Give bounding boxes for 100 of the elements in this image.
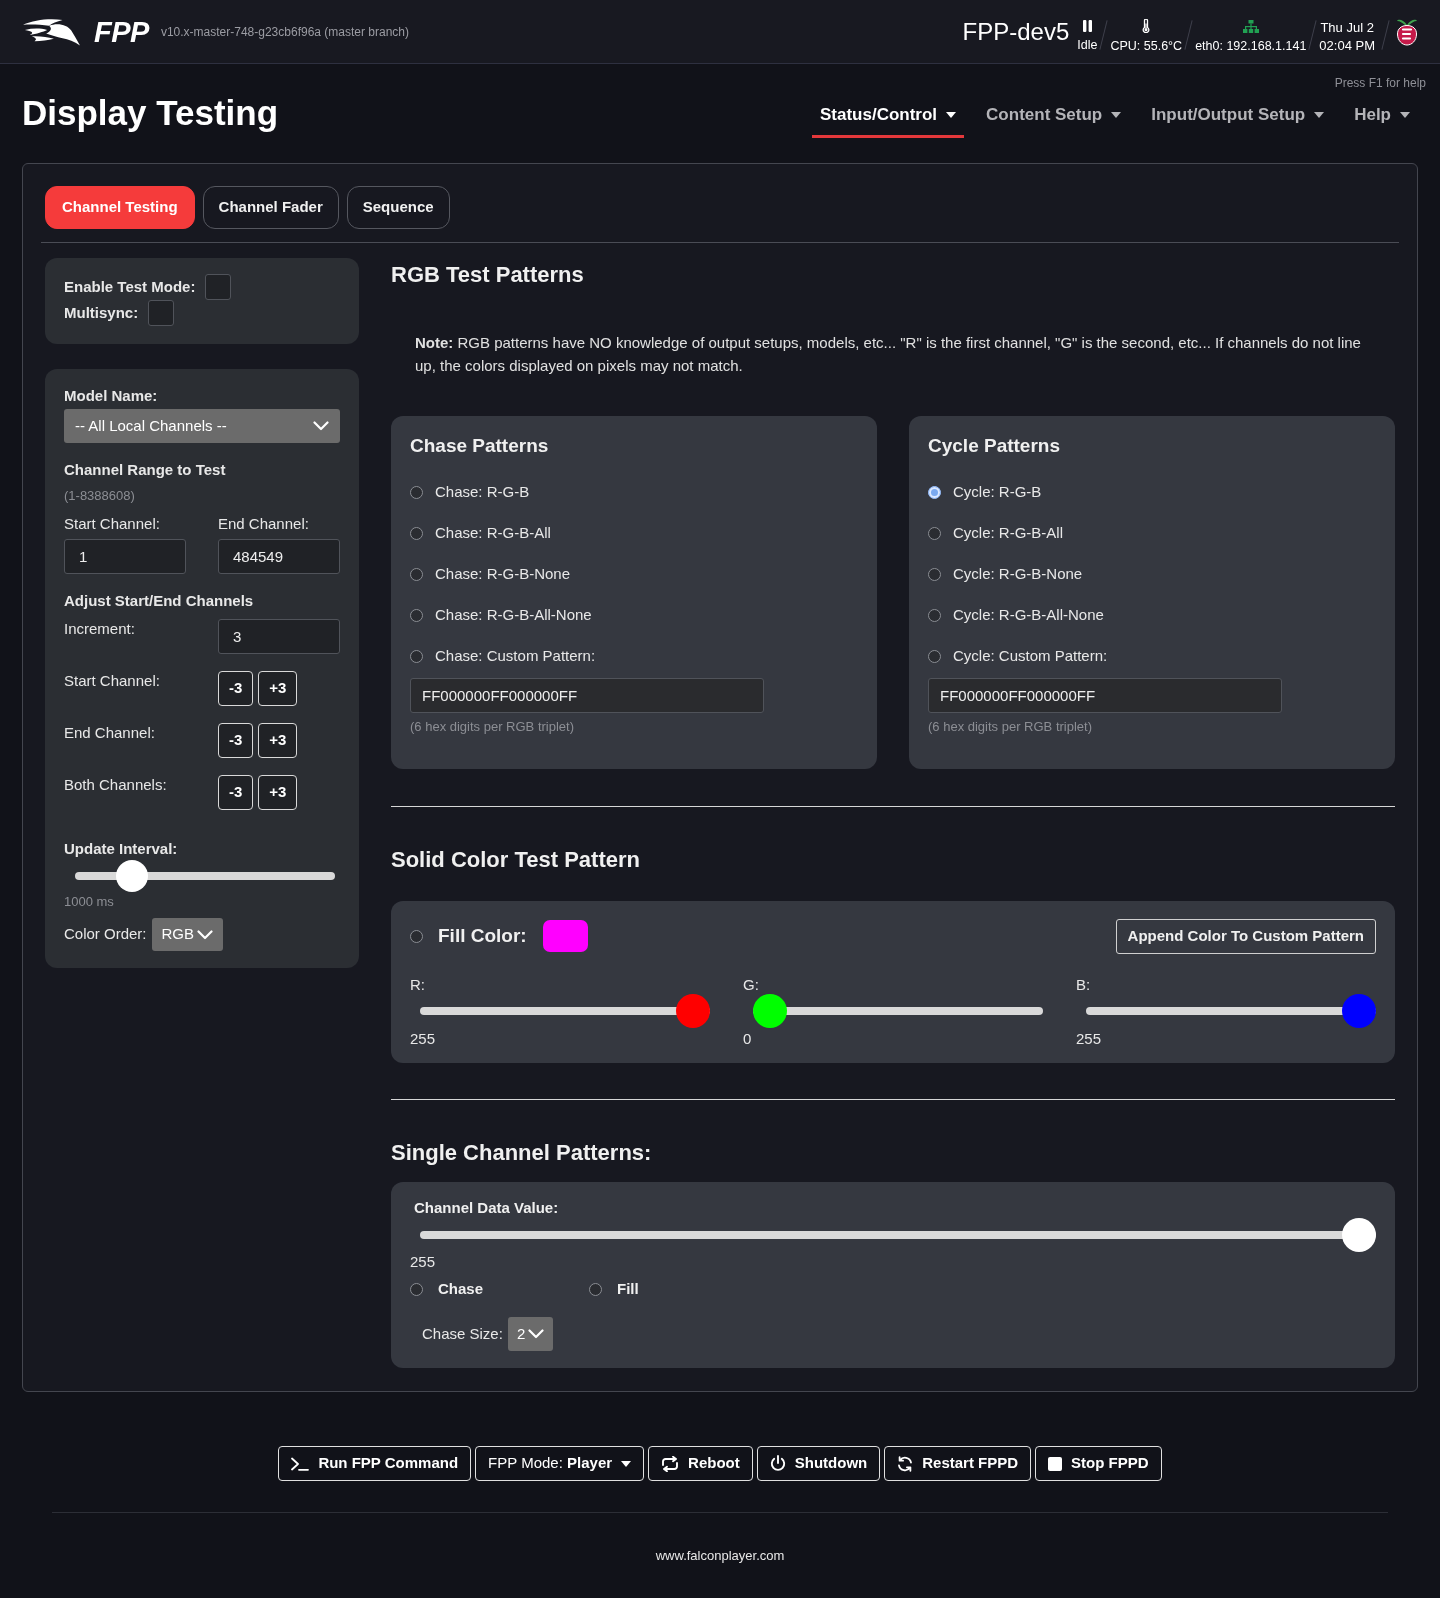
bird-logo-icon [22, 17, 80, 46]
logo-text: FPP [94, 16, 149, 47]
terminal-prompt-icon [291, 1456, 310, 1471]
decrement-button[interactable]: -3 [218, 775, 254, 810]
mode-dropdown-button[interactable]: FPP Mode: Player [475, 1446, 645, 1481]
slider[interactable] [1086, 994, 1376, 1028]
card-title: Chase Patterns [410, 434, 550, 458]
restart-button[interactable]: Restart FPPD [884, 1446, 1032, 1481]
stop-icon [1048, 1456, 1063, 1471]
channel-field[interactable]: 1 [64, 539, 186, 574]
range-hint: (1-8388608) [64, 487, 136, 505]
field-label: Color Order: [64, 924, 147, 945]
radio-button[interactable] [410, 485, 423, 499]
pause-icon [1082, 20, 1092, 32]
channel-field[interactable]: 484549 [218, 539, 340, 574]
pattern-hint: (6 hex digits per RGB triplet) [928, 718, 1093, 736]
caret-icon [1400, 112, 1410, 118]
reboot-button[interactable]: Reboot [648, 1446, 753, 1481]
slider-thumb[interactable] [1342, 994, 1376, 1028]
option-label: Fill [617, 1279, 639, 1299]
card-title: Cycle Patterns [928, 434, 1061, 458]
radio-button[interactable] [928, 608, 941, 622]
channel-label: G: [743, 976, 760, 994]
option-label: Chase: R-G-B-All [435, 523, 551, 543]
status-text: eth0: 192.168.1.141 [1195, 38, 1307, 54]
slider-thumb[interactable] [676, 994, 710, 1028]
radio-button[interactable] [410, 608, 423, 622]
shutdown-button[interactable]: Shutdown [756, 1446, 881, 1481]
slider[interactable] [75, 860, 335, 892]
chevron-down-icon [528, 1329, 545, 1339]
slider[interactable] [753, 994, 1043, 1028]
radio-button[interactable] [410, 649, 423, 663]
increment-button[interactable]: +3 [258, 723, 298, 758]
tab[interactable]: Sequence [346, 186, 450, 229]
increment-field[interactable]: 3 [218, 619, 340, 654]
slider-thumb[interactable] [753, 994, 787, 1028]
nav-link[interactable]: Help [1346, 95, 1418, 138]
radio-button[interactable] [410, 929, 423, 943]
section-label: Channel Range to Test [64, 460, 227, 480]
pattern-field[interactable]: FF000000FF000000FF [928, 678, 1282, 713]
option-label: Cycle: R-G-B [953, 482, 1042, 502]
option-label: Chase: R-G-B-None [435, 564, 571, 584]
page-title: Display Testing [22, 93, 279, 134]
nav-link[interactable]: Content Setup [978, 95, 1130, 138]
chase-size-select[interactable]: 2 [507, 1317, 554, 1351]
field-label: Both Channels: [64, 775, 168, 795]
slider[interactable] [420, 994, 710, 1028]
status-text: Idle [1077, 38, 1098, 53]
section-heading: RGB Test Patterns [391, 261, 585, 289]
decrement-button[interactable]: -3 [218, 671, 254, 706]
checkbox[interactable] [148, 300, 175, 326]
stop-button[interactable]: Stop FPPD [1035, 1446, 1162, 1481]
interval-reading: 1000 ms [64, 893, 115, 911]
color-order-select[interactable]: RGB [151, 918, 224, 951]
nav-link[interactable]: Input/Output Setup [1143, 95, 1333, 138]
increment-button[interactable]: +3 [258, 775, 298, 810]
option-label: Chase: Custom Pattern: [435, 646, 596, 666]
caret-icon [1314, 112, 1325, 118]
field-label: Model Name: [64, 386, 159, 406]
radio-button[interactable] [410, 1282, 423, 1296]
radio-button[interactable] [928, 485, 941, 499]
chevron-down-icon [313, 421, 329, 431]
help-hint: Press F1 for help [1334, 76, 1426, 91]
tab[interactable]: Channel Testing [45, 186, 195, 229]
radio-button[interactable] [410, 526, 423, 540]
color-swatch-icon[interactable] [542, 920, 588, 952]
raspberry-icon [1396, 17, 1418, 46]
tab[interactable]: Channel Fader [202, 186, 339, 229]
field-label: Increment: [64, 619, 136, 639]
increment-button[interactable]: +3 [258, 671, 298, 706]
network-icon [1242, 19, 1259, 33]
fill-color-label: Fill Color: [438, 923, 527, 948]
option-label: Chase [438, 1279, 484, 1299]
pattern-hint: (6 hex digits per RGB triplet) [410, 718, 575, 736]
caret-icon [1111, 112, 1122, 118]
slider-thumb[interactable] [116, 860, 149, 892]
run-command-button[interactable]: Run FPP Command [278, 1446, 472, 1481]
decrement-button[interactable]: -3 [218, 723, 254, 758]
option-label: Chase: R-G-B-All-None [435, 605, 592, 625]
radio-button[interactable] [928, 526, 941, 540]
radio-button[interactable] [928, 649, 941, 663]
nav-link[interactable]: Status/Control [812, 95, 965, 138]
power-icon [769, 1455, 786, 1472]
channel-label: R: [410, 976, 426, 994]
status-text: CPU: 55.6°C [1110, 39, 1183, 54]
option-label: Cycle: Custom Pattern: [953, 646, 1108, 666]
append-color-button[interactable]: Append Color To Custom Pattern [1115, 918, 1376, 954]
slider[interactable] [420, 1218, 1376, 1252]
radio-button[interactable] [928, 567, 941, 581]
caret-icon [946, 112, 957, 118]
model-select[interactable]: -- All Local Channels -- [64, 409, 340, 443]
pattern-field[interactable]: FF000000FF000000FF [410, 678, 764, 713]
field-label: End Channel: [64, 723, 156, 743]
refresh-icon [897, 1455, 914, 1472]
footer-link[interactable]: www.falconplayer.com [0, 1546, 1440, 1566]
field-label: Chase Size: [422, 1323, 503, 1344]
radio-button[interactable] [410, 567, 423, 581]
radio-button[interactable] [589, 1282, 602, 1296]
checkbox[interactable] [205, 274, 232, 300]
slider-thumb[interactable] [1342, 1218, 1376, 1252]
